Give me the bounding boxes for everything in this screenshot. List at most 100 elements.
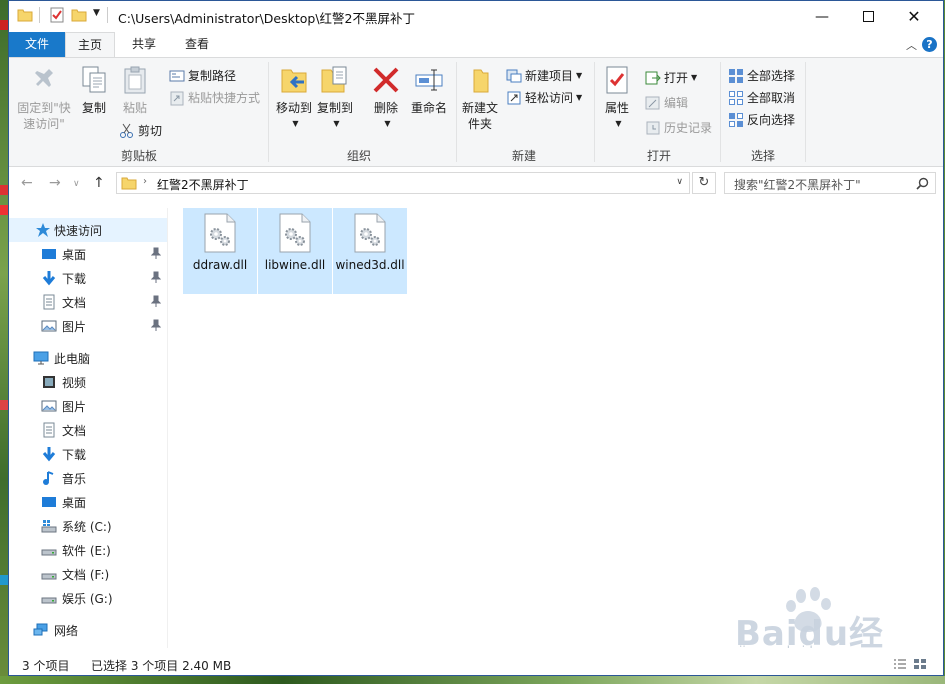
file-item[interactable]: wined3d.dll xyxy=(333,208,407,294)
nav-pc-desktop[interactable]: 桌面 xyxy=(9,490,167,514)
help-icon[interactable]: ? xyxy=(922,37,937,52)
nav-label: 下载 xyxy=(62,272,87,286)
copy-button[interactable]: 复制 xyxy=(77,64,111,116)
open-button[interactable]: 打开 ▼ xyxy=(645,69,697,86)
back-arrow-icon[interactable]: ← xyxy=(21,175,33,191)
customize-toolbar-icon[interactable]: ▼ xyxy=(93,8,100,18)
paste-shortcut-button[interactable]: 粘贴快捷方式 xyxy=(169,89,260,106)
details-view-icon[interactable] xyxy=(893,658,907,670)
invert-selection-button[interactable]: 反向选择 xyxy=(728,111,795,128)
move-to-button[interactable]: 移动到 ▼ xyxy=(274,64,314,132)
new-folder-icon[interactable] xyxy=(71,7,87,23)
address-dropdown-icon[interactable]: ∨ xyxy=(676,177,683,187)
search-input[interactable]: 搜索"红警2不黑屏补丁" xyxy=(734,176,861,193)
select-none-button[interactable]: 全部取消 xyxy=(728,89,795,106)
minimize-button[interactable]: — xyxy=(799,1,845,32)
tab-home[interactable]: 主页 xyxy=(65,32,115,57)
large-icons-view-icon[interactable] xyxy=(913,658,927,670)
history-button[interactable]: 历史记录 xyxy=(645,119,712,136)
edit-button[interactable]: 编辑 xyxy=(645,94,688,111)
nav-pc-drive-e[interactable]: 软件 (E:) xyxy=(9,538,167,562)
forward-arrow-icon[interactable]: → xyxy=(49,175,61,191)
drive-icon xyxy=(41,549,57,556)
nav-pc-videos[interactable]: 视频 xyxy=(9,370,167,394)
easy-access-button[interactable]: 轻松访问 ▼ xyxy=(506,89,582,106)
nav-pc-documents[interactable]: 文档 xyxy=(9,418,167,442)
pin-icon[interactable] xyxy=(151,247,161,259)
tab-file[interactable]: 文件 xyxy=(9,32,65,57)
nav-pc-drive-c[interactable]: 系统 (C:) xyxy=(9,514,167,538)
breadcrumb-folder[interactable]: 红警2不黑屏补丁 xyxy=(157,176,249,193)
status-bar: 3 个项目 已选择 3 个项目 2.40 MB xyxy=(9,648,943,675)
dll-file-gear-icon xyxy=(279,213,311,253)
pin-quick-access-button[interactable]: 固定到"快速访问" xyxy=(15,64,73,132)
paste-button[interactable]: 粘贴 xyxy=(115,64,155,116)
file-item[interactable]: libwine.dll xyxy=(258,208,332,294)
nav-label: 图片 xyxy=(62,400,87,414)
divider xyxy=(39,7,40,23)
properties-check-icon[interactable] xyxy=(49,7,65,23)
pin-icon[interactable] xyxy=(151,271,161,283)
download-arrow-icon xyxy=(42,271,56,286)
refresh-icon[interactable]: ↻ xyxy=(692,172,716,194)
nav-pc-music[interactable]: 音乐 xyxy=(9,466,167,490)
breadcrumb-chevron-icon[interactable]: › xyxy=(143,176,147,187)
search-box[interactable]: 搜索"红警2不黑屏补丁" xyxy=(724,172,936,194)
nav-network[interactable]: 网络 xyxy=(9,618,167,642)
group-separator xyxy=(720,62,721,162)
nav-pc-drive-g[interactable]: 娱乐 (G:) xyxy=(9,586,167,610)
copy-icon xyxy=(78,64,110,96)
move-to-dropdown-icon: ▼ xyxy=(292,119,299,128)
nav-pc-downloads[interactable]: 下载 xyxy=(9,442,167,466)
close-button[interactable]: ✕ xyxy=(891,1,937,32)
copy-path-button[interactable]: 复制路径 xyxy=(169,67,236,84)
up-arrow-icon[interactable]: ↑ xyxy=(93,175,105,191)
document-icon xyxy=(43,294,55,310)
nav-quick-desktop[interactable]: 桌面 xyxy=(9,242,167,266)
new-folder-button[interactable]: 新建文件夹 xyxy=(460,64,500,132)
nav-pc-drive-f[interactable]: 文档 (F:) xyxy=(9,562,167,586)
nav-quick-downloads[interactable]: 下载 xyxy=(9,266,167,290)
file-item[interactable]: ddraw.dll xyxy=(183,208,257,294)
nav-label: 文档 xyxy=(62,424,87,438)
recent-locations-icon[interactable]: ∨ xyxy=(73,179,80,189)
copy-to-button[interactable]: 复制到 ▼ xyxy=(315,64,355,132)
window-title: C:\Users\Administrator\Desktop\红警2不黑屏补丁 xyxy=(118,11,416,26)
nav-quick-documents[interactable]: 文档 xyxy=(9,290,167,314)
maximize-button[interactable] xyxy=(845,1,891,32)
paste-shortcut-icon xyxy=(170,91,184,105)
cut-button[interactable]: 剪切 xyxy=(119,122,162,139)
picture-icon xyxy=(41,320,57,332)
new-group-label: 新建 xyxy=(511,149,536,163)
edit-icon xyxy=(645,96,660,109)
pane-divider[interactable] xyxy=(167,208,168,648)
drive-icon xyxy=(41,573,57,580)
tab-view[interactable]: 查看 xyxy=(172,32,222,57)
desktop-icon-fragment xyxy=(0,400,8,410)
group-separator xyxy=(805,62,806,162)
tab-share[interactable]: 共享 xyxy=(119,32,169,57)
select-all-button[interactable]: 全部选择 xyxy=(728,67,795,84)
properties-button[interactable]: 属性 ▼ xyxy=(599,64,635,132)
nav-quick-pictures[interactable]: 图片 xyxy=(9,314,167,338)
delete-button[interactable]: 删除 ▼ xyxy=(366,64,406,132)
system-drive-icon xyxy=(41,520,57,533)
pin-icon[interactable] xyxy=(151,295,161,307)
nav-pc-pictures[interactable]: 图片 xyxy=(9,394,167,418)
delete-x-icon xyxy=(370,64,402,96)
nav-this-pc[interactable]: 此电脑 xyxy=(9,346,167,370)
pin-icon[interactable] xyxy=(151,319,161,331)
desktop-icon-fragment xyxy=(0,20,8,30)
rename-button[interactable]: 重命名 xyxy=(408,64,450,116)
collapse-ribbon-icon[interactable]: ︿ xyxy=(906,37,917,53)
nav-quick-access[interactable]: 快速访问 xyxy=(9,218,167,242)
folder-icon xyxy=(121,177,137,190)
desktop-background-bottom xyxy=(0,676,945,684)
document-icon xyxy=(43,422,55,438)
address-bar[interactable]: › 红警2不黑屏补丁 ∨ xyxy=(116,172,690,194)
new-item-button[interactable]: 新建项目 ▼ xyxy=(506,67,582,84)
title-bar[interactable]: ▼ C:\Users\Administrator\Desktop\红警2不黑屏补… xyxy=(9,1,943,32)
copy-to-icon xyxy=(319,64,351,96)
desktop-icon-fragment xyxy=(0,575,8,585)
nav-label: 视频 xyxy=(62,376,87,390)
